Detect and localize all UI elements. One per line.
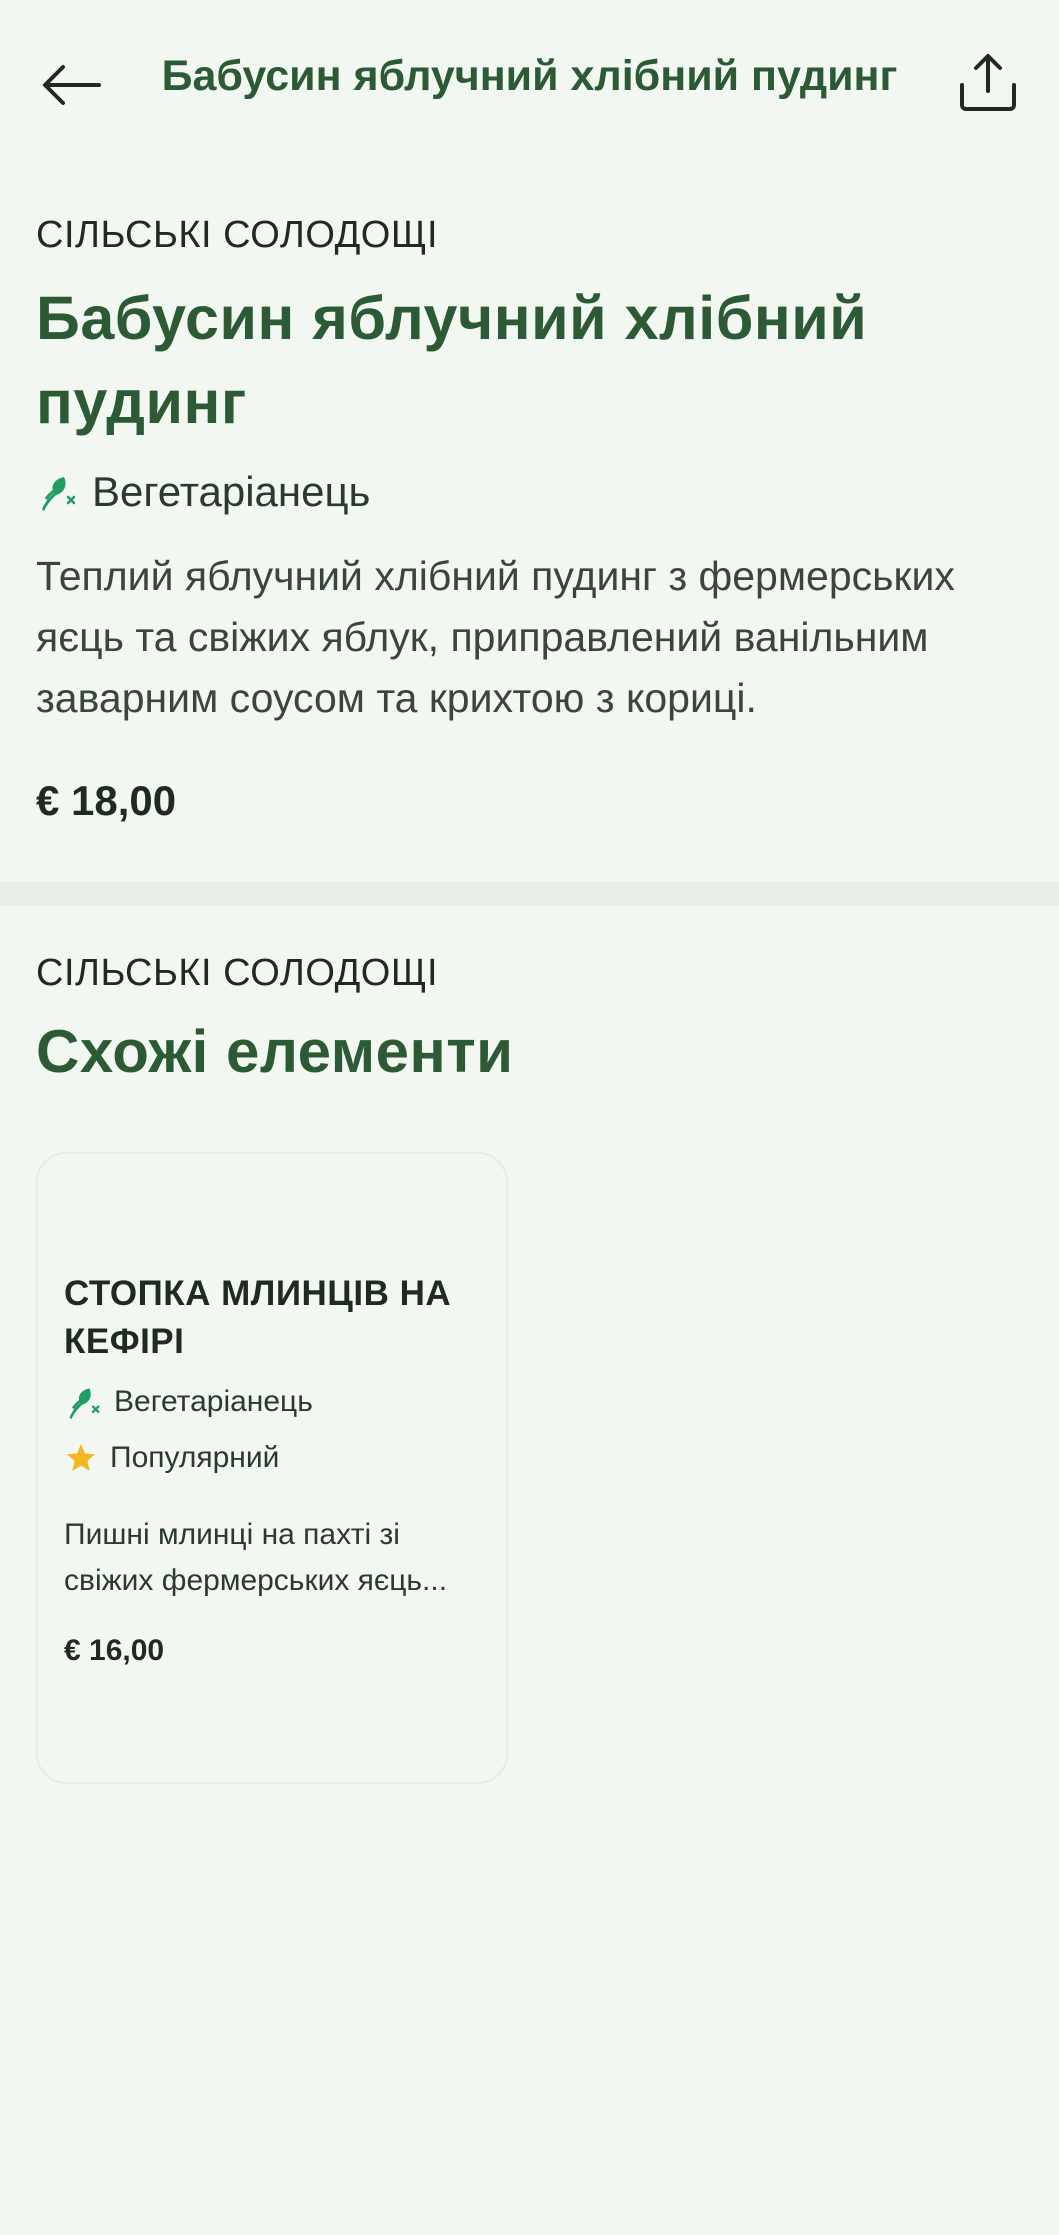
share-icon xyxy=(960,54,1016,111)
card-tag-label: Вегетаріанець xyxy=(114,1385,313,1418)
item-price: € 18,00 xyxy=(36,777,177,824)
star-icon xyxy=(67,1444,95,1471)
vegetarian-tag: Вегетаріанець xyxy=(36,464,1026,520)
item-detail: СІЛЬСЬКІ СОЛОДОЩІ Бабусин яблучний хлібн… xyxy=(36,212,1026,825)
vegetarian-icon xyxy=(69,1388,100,1420)
share-button[interactable] xyxy=(951,46,1025,120)
back-button[interactable] xyxy=(36,50,106,120)
card-vegetarian-tag: Вегетаріанець xyxy=(64,1382,480,1422)
similar-category: СІЛЬСЬКІ СОЛОДОЩІ xyxy=(36,952,439,994)
item-title: Бабусин яблучний хлібний пудинг xyxy=(36,284,868,436)
item-category: СІЛЬСЬКІ СОЛОДОЩІ xyxy=(36,214,439,256)
tag-label: Вегетаріанець xyxy=(92,468,371,515)
vegetarian-icon xyxy=(42,477,76,511)
header-title: Бабусин яблучний хлібний пудинг xyxy=(161,52,898,100)
top-app-bar: Бабусин яблучний хлібний пудинг xyxy=(0,0,1059,160)
card-popular-tag: Популярний xyxy=(64,1438,480,1478)
card-title: СТОПКА МЛИНЦІВ НА КЕФІРІ xyxy=(64,1274,452,1361)
section-divider xyxy=(0,882,1059,906)
similar-item-card[interactable]: СТОПКА МЛИНЦІВ НА КЕФІРІ Вегетаріанець П… xyxy=(36,1152,508,1784)
arrow-left-icon xyxy=(43,65,101,105)
similar-title: Схожі елементи xyxy=(36,1018,514,1085)
item-description: Теплий яблучний хлібний пудинг з фермерс… xyxy=(36,553,955,721)
similar-section: СІЛЬСЬКІ СОЛОДОЩІ Схожі елементи xyxy=(36,950,1026,1090)
card-description: Пишні млинці на пахті зі свіжих фермерсь… xyxy=(64,1518,448,1597)
card-tag-label: Популярний xyxy=(110,1441,280,1474)
card-price: € 16,00 xyxy=(64,1634,165,1667)
